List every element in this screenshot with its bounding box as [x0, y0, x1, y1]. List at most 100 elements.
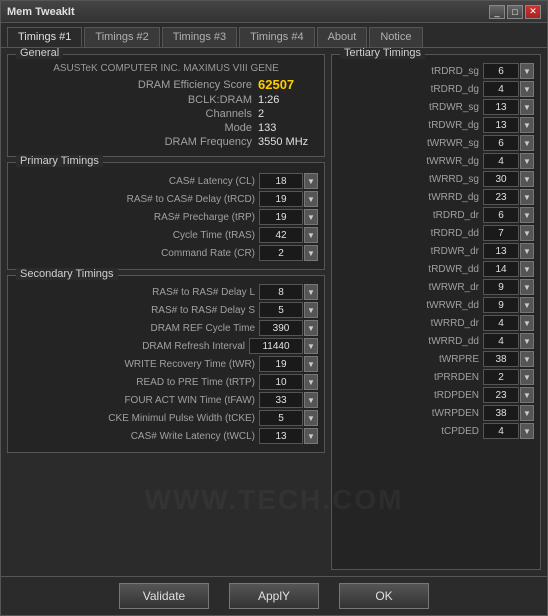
tert-row-19: tWRPDEN ▼ [338, 405, 534, 421]
tert-dropdown-13[interactable]: ▼ [520, 297, 534, 313]
tert-dropdown-5[interactable]: ▼ [520, 153, 534, 169]
sec-input-0[interactable] [259, 284, 303, 300]
tert-input-15[interactable] [483, 333, 519, 349]
sec-label-4: WRITE Recovery Time (tWR) [14, 359, 255, 370]
sec-dropdown-2[interactable]: ▼ [304, 320, 318, 336]
sec-dropdown-5[interactable]: ▼ [304, 374, 318, 390]
tert-dropdown-0[interactable]: ▼ [520, 63, 534, 79]
tert-input-16[interactable] [483, 351, 519, 367]
tert-dropdown-6[interactable]: ▼ [520, 171, 534, 187]
sec-input-5[interactable] [259, 374, 303, 390]
tert-label-10: tRDWR_dr [338, 246, 479, 257]
sec-input-2[interactable] [259, 320, 303, 336]
apply-button[interactable]: ApplY [229, 583, 319, 609]
tert-input-14[interactable] [483, 315, 519, 331]
tert-input-group-3: ▼ [483, 117, 534, 133]
sec-dropdown-8[interactable]: ▼ [304, 428, 318, 444]
tert-input-0[interactable] [483, 63, 519, 79]
tab-about[interactable]: About [317, 27, 368, 47]
primary-dropdown-1[interactable]: ▼ [304, 191, 318, 207]
sec-dropdown-6[interactable]: ▼ [304, 392, 318, 408]
sec-label-2: DRAM REF Cycle Time [14, 323, 255, 334]
tert-dropdown-14[interactable]: ▼ [520, 315, 534, 331]
sec-label-0: RAS# to RAS# Delay L [14, 287, 255, 298]
close-button[interactable]: ✕ [525, 5, 541, 19]
tert-dropdown-19[interactable]: ▼ [520, 405, 534, 421]
sec-input-group-0: ▼ [259, 284, 318, 300]
tert-input-10[interactable] [483, 243, 519, 259]
tert-input-9[interactable] [483, 225, 519, 241]
tert-dropdown-16[interactable]: ▼ [520, 351, 534, 367]
tert-dropdown-4[interactable]: ▼ [520, 135, 534, 151]
tert-input-3[interactable] [483, 117, 519, 133]
primary-dropdown-4[interactable]: ▼ [304, 245, 318, 261]
sec-input-group-5: ▼ [259, 374, 318, 390]
tert-input-19[interactable] [483, 405, 519, 421]
tert-dropdown-15[interactable]: ▼ [520, 333, 534, 349]
tert-dropdown-2[interactable]: ▼ [520, 99, 534, 115]
tab-timings4[interactable]: Timings #4 [239, 27, 314, 47]
tert-dropdown-20[interactable]: ▼ [520, 423, 534, 439]
primary-input-2[interactable] [259, 209, 303, 225]
tert-input-7[interactable] [483, 189, 519, 205]
primary-input-1[interactable] [259, 191, 303, 207]
tert-input-13[interactable] [483, 297, 519, 313]
sec-input-7[interactable] [259, 410, 303, 426]
primary-dropdown-2[interactable]: ▼ [304, 209, 318, 225]
tert-dropdown-11[interactable]: ▼ [520, 261, 534, 277]
tab-timings2[interactable]: Timings #2 [84, 27, 159, 47]
primary-dropdown-3[interactable]: ▼ [304, 227, 318, 243]
tert-dropdown-8[interactable]: ▼ [520, 207, 534, 223]
sec-input-8[interactable] [259, 428, 303, 444]
tert-row-18: tRDPDEN ▼ [338, 387, 534, 403]
primary-input-4[interactable] [259, 245, 303, 261]
sec-dropdown-3[interactable]: ▼ [304, 338, 318, 354]
primary-label-3: Cycle Time (tRAS) [14, 230, 255, 241]
sec-row-4: WRITE Recovery Time (tWR) ▼ [14, 356, 318, 372]
tab-notice[interactable]: Notice [369, 27, 422, 47]
ok-button[interactable]: OK [339, 583, 429, 609]
sec-dropdown-0[interactable]: ▼ [304, 284, 318, 300]
tert-input-18[interactable] [483, 387, 519, 403]
footer: Validate ApplY OK [1, 576, 547, 615]
sec-dropdown-4[interactable]: ▼ [304, 356, 318, 372]
sec-input-1[interactable] [259, 302, 303, 318]
tert-dropdown-17[interactable]: ▼ [520, 369, 534, 385]
maximize-button[interactable]: □ [507, 5, 523, 19]
tert-input-12[interactable] [483, 279, 519, 295]
tert-dropdown-9[interactable]: ▼ [520, 225, 534, 241]
tert-dropdown-10[interactable]: ▼ [520, 243, 534, 259]
tert-dropdown-18[interactable]: ▼ [520, 387, 534, 403]
tert-input-11[interactable] [483, 261, 519, 277]
tert-dropdown-12[interactable]: ▼ [520, 279, 534, 295]
tert-label-19: tWRPDEN [338, 408, 479, 419]
sec-dropdown-1[interactable]: ▼ [304, 302, 318, 318]
sec-input-4[interactable] [259, 356, 303, 372]
tert-dropdown-3[interactable]: ▼ [520, 117, 534, 133]
sec-dropdown-7[interactable]: ▼ [304, 410, 318, 426]
tab-timings1[interactable]: Timings #1 [7, 27, 82, 47]
tert-input-17[interactable] [483, 369, 519, 385]
tert-input-8[interactable] [483, 207, 519, 223]
tert-input-6[interactable] [483, 171, 519, 187]
primary-dropdown-0[interactable]: ▼ [304, 173, 318, 189]
sec-input-3[interactable] [249, 338, 303, 354]
sec-input-6[interactable] [259, 392, 303, 408]
tert-input-5[interactable] [483, 153, 519, 169]
tab-timings3[interactable]: Timings #3 [162, 27, 237, 47]
tert-input-4[interactable] [483, 135, 519, 151]
tert-input-2[interactable] [483, 99, 519, 115]
tert-dropdown-7[interactable]: ▼ [520, 189, 534, 205]
primary-input-3[interactable] [259, 227, 303, 243]
tert-input-20[interactable] [483, 423, 519, 439]
bclk-label: BCLK:DRAM [188, 94, 252, 106]
freq-row: DRAM Frequency 3550 MHz [14, 136, 318, 148]
dram-efficiency-row: DRAM Efficiency Score 62507 [14, 77, 318, 92]
minimize-button[interactable]: _ [489, 5, 505, 19]
tert-input-1[interactable] [483, 81, 519, 97]
validate-button[interactable]: Validate [119, 583, 209, 609]
primary-input-0[interactable] [259, 173, 303, 189]
right-panel: Tertiary Timings tRDRD_sg ▼ tRDRD_dg ▼ [331, 54, 541, 570]
tert-dropdown-1[interactable]: ▼ [520, 81, 534, 97]
tert-input-group-17: ▼ [483, 369, 534, 385]
